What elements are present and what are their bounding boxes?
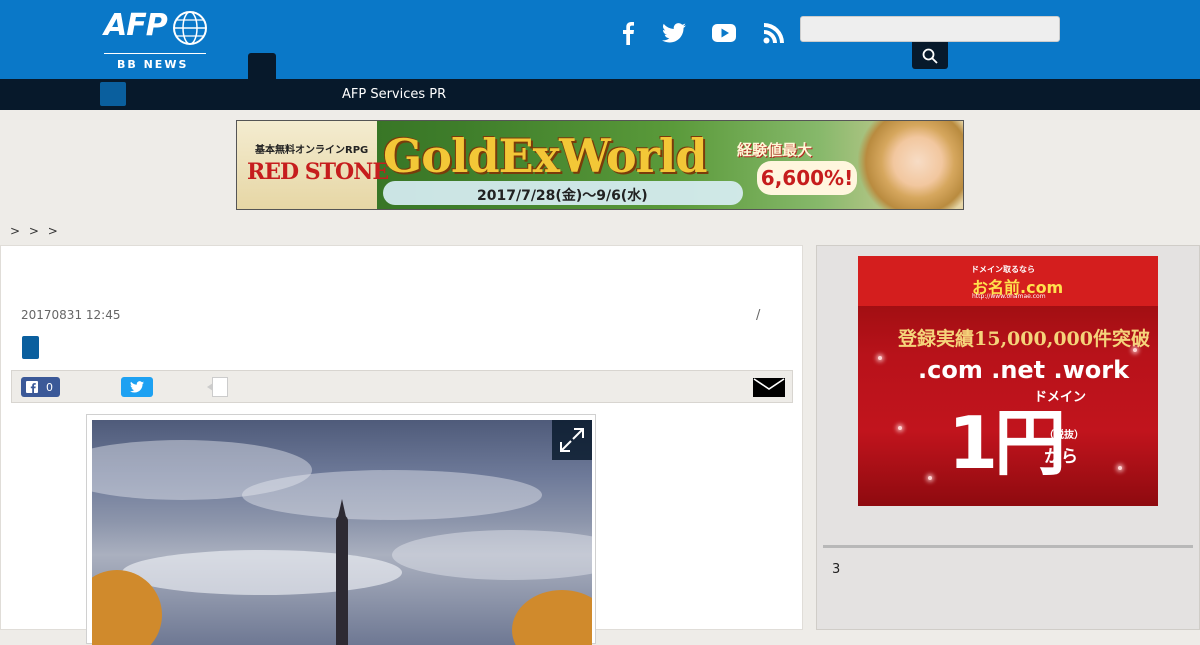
- youtube-icon: [712, 24, 736, 42]
- ad-registration-text: 登録実績15,000,000件突破: [898, 328, 1150, 350]
- missile-launch-photo[interactable]: [92, 420, 592, 645]
- logo-subtext: BB NEWS: [117, 58, 189, 71]
- article-separator: /: [756, 308, 761, 323]
- sparkle: [928, 476, 932, 480]
- sidebar-divider: [823, 545, 1193, 548]
- ad-onamae[interactable]: ドメイン取るなら お名前.com http://www.onamae.com 登…: [858, 256, 1158, 506]
- banner-small-text: 基本無料オンラインRPG: [255, 145, 369, 156]
- sidebar: ドメイン取るなら お名前.com http://www.onamae.com 登…: [816, 245, 1200, 630]
- banner-title: GoldExWorld: [383, 129, 708, 183]
- nav-bar: AFP Services PR: [0, 79, 1200, 110]
- expand-photo-button[interactable]: [552, 420, 592, 460]
- facebook-icon: [26, 381, 38, 393]
- logo-divider: [104, 53, 206, 54]
- twitter-share-button[interactable]: [121, 377, 153, 397]
- logo-afp-text: AFP: [104, 8, 168, 43]
- afpbb-logo[interactable]: AFP BB NEWS: [104, 8, 208, 72]
- breadcrumb[interactable]: > > >: [10, 224, 58, 238]
- menu-button[interactable]: [248, 53, 276, 79]
- search-button[interactable]: [912, 42, 948, 69]
- sparkle: [1133, 348, 1137, 352]
- sidebar-heading: 3: [832, 562, 841, 577]
- banner-date: 2017/7/28(金)～9/6(水): [477, 188, 648, 204]
- expand-icon: [560, 428, 584, 452]
- ad-tax-text: （税抜）: [1044, 430, 1084, 441]
- sparkle: [1118, 466, 1122, 470]
- globe-icon: [173, 11, 207, 45]
- facebook-link[interactable]: [613, 18, 643, 48]
- sparkle: [898, 426, 902, 430]
- nav-home-button[interactable]: [100, 82, 126, 106]
- twitter-icon: [130, 381, 144, 393]
- sparkle: [878, 356, 882, 360]
- facebook-icon: [623, 22, 634, 45]
- category-tag[interactable]: [22, 336, 39, 359]
- banner-bonus: 6,600%!: [757, 161, 857, 195]
- article-panel: 20170831 12:45 / 0: [0, 245, 803, 645]
- nav-link-afp-services-pr[interactable]: AFP Services PR: [342, 87, 446, 102]
- search-input[interactable]: [800, 16, 1060, 42]
- banner-badge: 経験値最大: [737, 141, 813, 159]
- mail-icon[interactable]: [753, 378, 785, 397]
- missile-shape: [336, 499, 348, 645]
- search-icon: [922, 48, 938, 64]
- youtube-link[interactable]: [709, 18, 739, 48]
- ad-tld-text: .com .net .work: [918, 356, 1130, 384]
- banner-character-image: [847, 121, 963, 209]
- ad-domain-text: ドメイン: [1034, 390, 1087, 405]
- banner-brand: RED STONE: [247, 159, 389, 185]
- article-timestamp: 20170831 12:45: [21, 308, 121, 322]
- share-count-bubble: [207, 377, 228, 397]
- ad-banner-goldexworld[interactable]: 基本無料オンラインRPG RED STONE GoldExWorld 2017/…: [236, 120, 964, 210]
- facebook-share-count: 0: [46, 380, 53, 394]
- ad-header: ドメイン取るなら お名前.com http://www.onamae.com: [858, 256, 1158, 306]
- facebook-share-button[interactable]: 0: [21, 377, 60, 397]
- share-bar: 0: [11, 370, 793, 403]
- site-header: AFP BB NEWS: [0, 0, 1200, 79]
- article-photo-frame: [86, 414, 596, 645]
- ad-url: http://www.onamae.com: [972, 293, 1046, 300]
- twitter-link[interactable]: [659, 18, 689, 48]
- rss-icon: [763, 23, 784, 44]
- ad-from-text: から: [1044, 447, 1078, 467]
- rss-link[interactable]: [759, 18, 789, 48]
- twitter-icon: [662, 23, 686, 43]
